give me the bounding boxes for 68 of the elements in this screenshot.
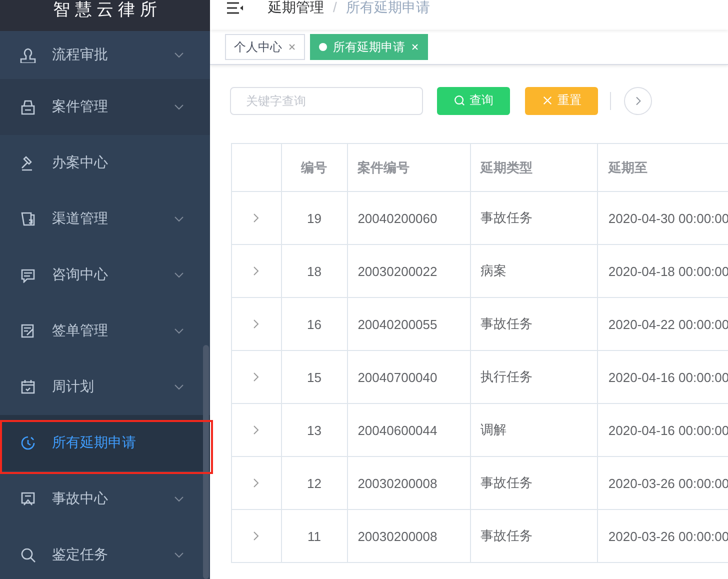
chevron-right-icon <box>635 96 641 106</box>
tab[interactable]: 个人中心 <box>225 34 305 60</box>
table-cell: 事故任务 <box>470 456 598 510</box>
menu-item[interactable]: 签单管理 <box>0 303 210 359</box>
menu-item-label: 咨询中心 <box>52 266 109 284</box>
table-cell: 20040600044 <box>347 404 470 456</box>
menu-item[interactable]: 办案中心 <box>0 135 210 191</box>
menu-item[interactable]: 周计划 <box>0 359 210 415</box>
menu-item[interactable]: 案件管理 <box>0 79 210 135</box>
menu-item[interactable]: 咨询中心 <box>0 247 210 303</box>
table-cell: 20040200055 <box>347 298 470 350</box>
clock-icon <box>20 435 36 451</box>
search-icon <box>20 547 36 563</box>
menu-item[interactable]: 所有延期申请 <box>0 415 210 471</box>
table-cell: 13 <box>281 404 348 456</box>
menu-item[interactable]: 鉴定任务 <box>0 527 210 579</box>
breadcrumb-item: 所有延期申请 <box>346 0 430 14</box>
menu-item-label: 渠道管理 <box>52 210 109 228</box>
menu-item[interactable]: 事故中心 <box>0 471 210 527</box>
menu-item-label: 事故中心 <box>52 490 109 508</box>
table-cell: 病案 <box>470 244 598 298</box>
table-cell: 11 <box>281 510 348 562</box>
column-header: 延期至 <box>598 144 728 192</box>
close-icon[interactable] <box>288 43 296 51</box>
menu-item-label: 流程审批 <box>52 46 109 64</box>
menu-item-label: 鉴定任务 <box>52 546 109 564</box>
table-cell: 20040200060 <box>347 192 470 244</box>
search-field[interactable]: 关键字查询 <box>230 86 423 114</box>
table-cell: 18 <box>281 244 348 298</box>
app-logo-text: 智 慧 云 律 所 <box>0 0 210 31</box>
table-cell: 19 <box>281 192 348 244</box>
table-cell: 事故任务 <box>470 298 598 350</box>
document-pen-icon <box>20 323 36 339</box>
table-cell: 调解 <box>470 404 598 456</box>
tray-icon <box>20 99 36 115</box>
menu-icon[interactable] <box>227 2 243 14</box>
table-cell: 执行任务 <box>470 350 598 404</box>
book-icon <box>20 211 36 227</box>
table-cell: 事故任务 <box>470 192 598 244</box>
column-header: 编号 <box>281 144 348 192</box>
table-cell: 事故任务 <box>470 510 598 562</box>
table-cell: 20030200022 <box>347 244 470 298</box>
breadcrumb-separator: / <box>333 0 337 14</box>
tab-label: 个人中心 <box>234 38 282 56</box>
menu-item-label: 办案中心 <box>52 154 109 172</box>
stamp-icon <box>20 47 36 63</box>
table-cell: 20030200008 <box>347 510 470 562</box>
menu-item-label: 案件管理 <box>52 98 109 116</box>
menu-item[interactable]: 渠道管理 <box>0 191 210 247</box>
menu-item-label: 所有延期申请 <box>52 434 137 452</box>
close-icon <box>542 95 552 106</box>
board-icon <box>20 491 36 507</box>
table-cell: 20040700040 <box>347 350 470 404</box>
column-header: 案件编号 <box>347 144 470 192</box>
column-header: 延期类型 <box>470 144 598 192</box>
table-cell: 20030200008 <box>347 456 470 510</box>
scrollbar[interactable] <box>203 345 209 579</box>
table-cell: 16 <box>281 298 348 350</box>
search-icon <box>454 95 464 106</box>
tab-label: 所有延期申请 <box>333 38 405 56</box>
table-cell: 12 <box>281 456 348 510</box>
calendar-icon <box>20 379 36 395</box>
breadcrumb-item[interactable]: 延期管理 <box>268 0 324 14</box>
chat-icon <box>20 267 36 283</box>
menu-item-label: 签单管理 <box>52 322 109 340</box>
table-cell: 15 <box>281 350 348 404</box>
dot-icon <box>319 43 327 51</box>
menu-item-label: 周计划 <box>52 378 95 396</box>
